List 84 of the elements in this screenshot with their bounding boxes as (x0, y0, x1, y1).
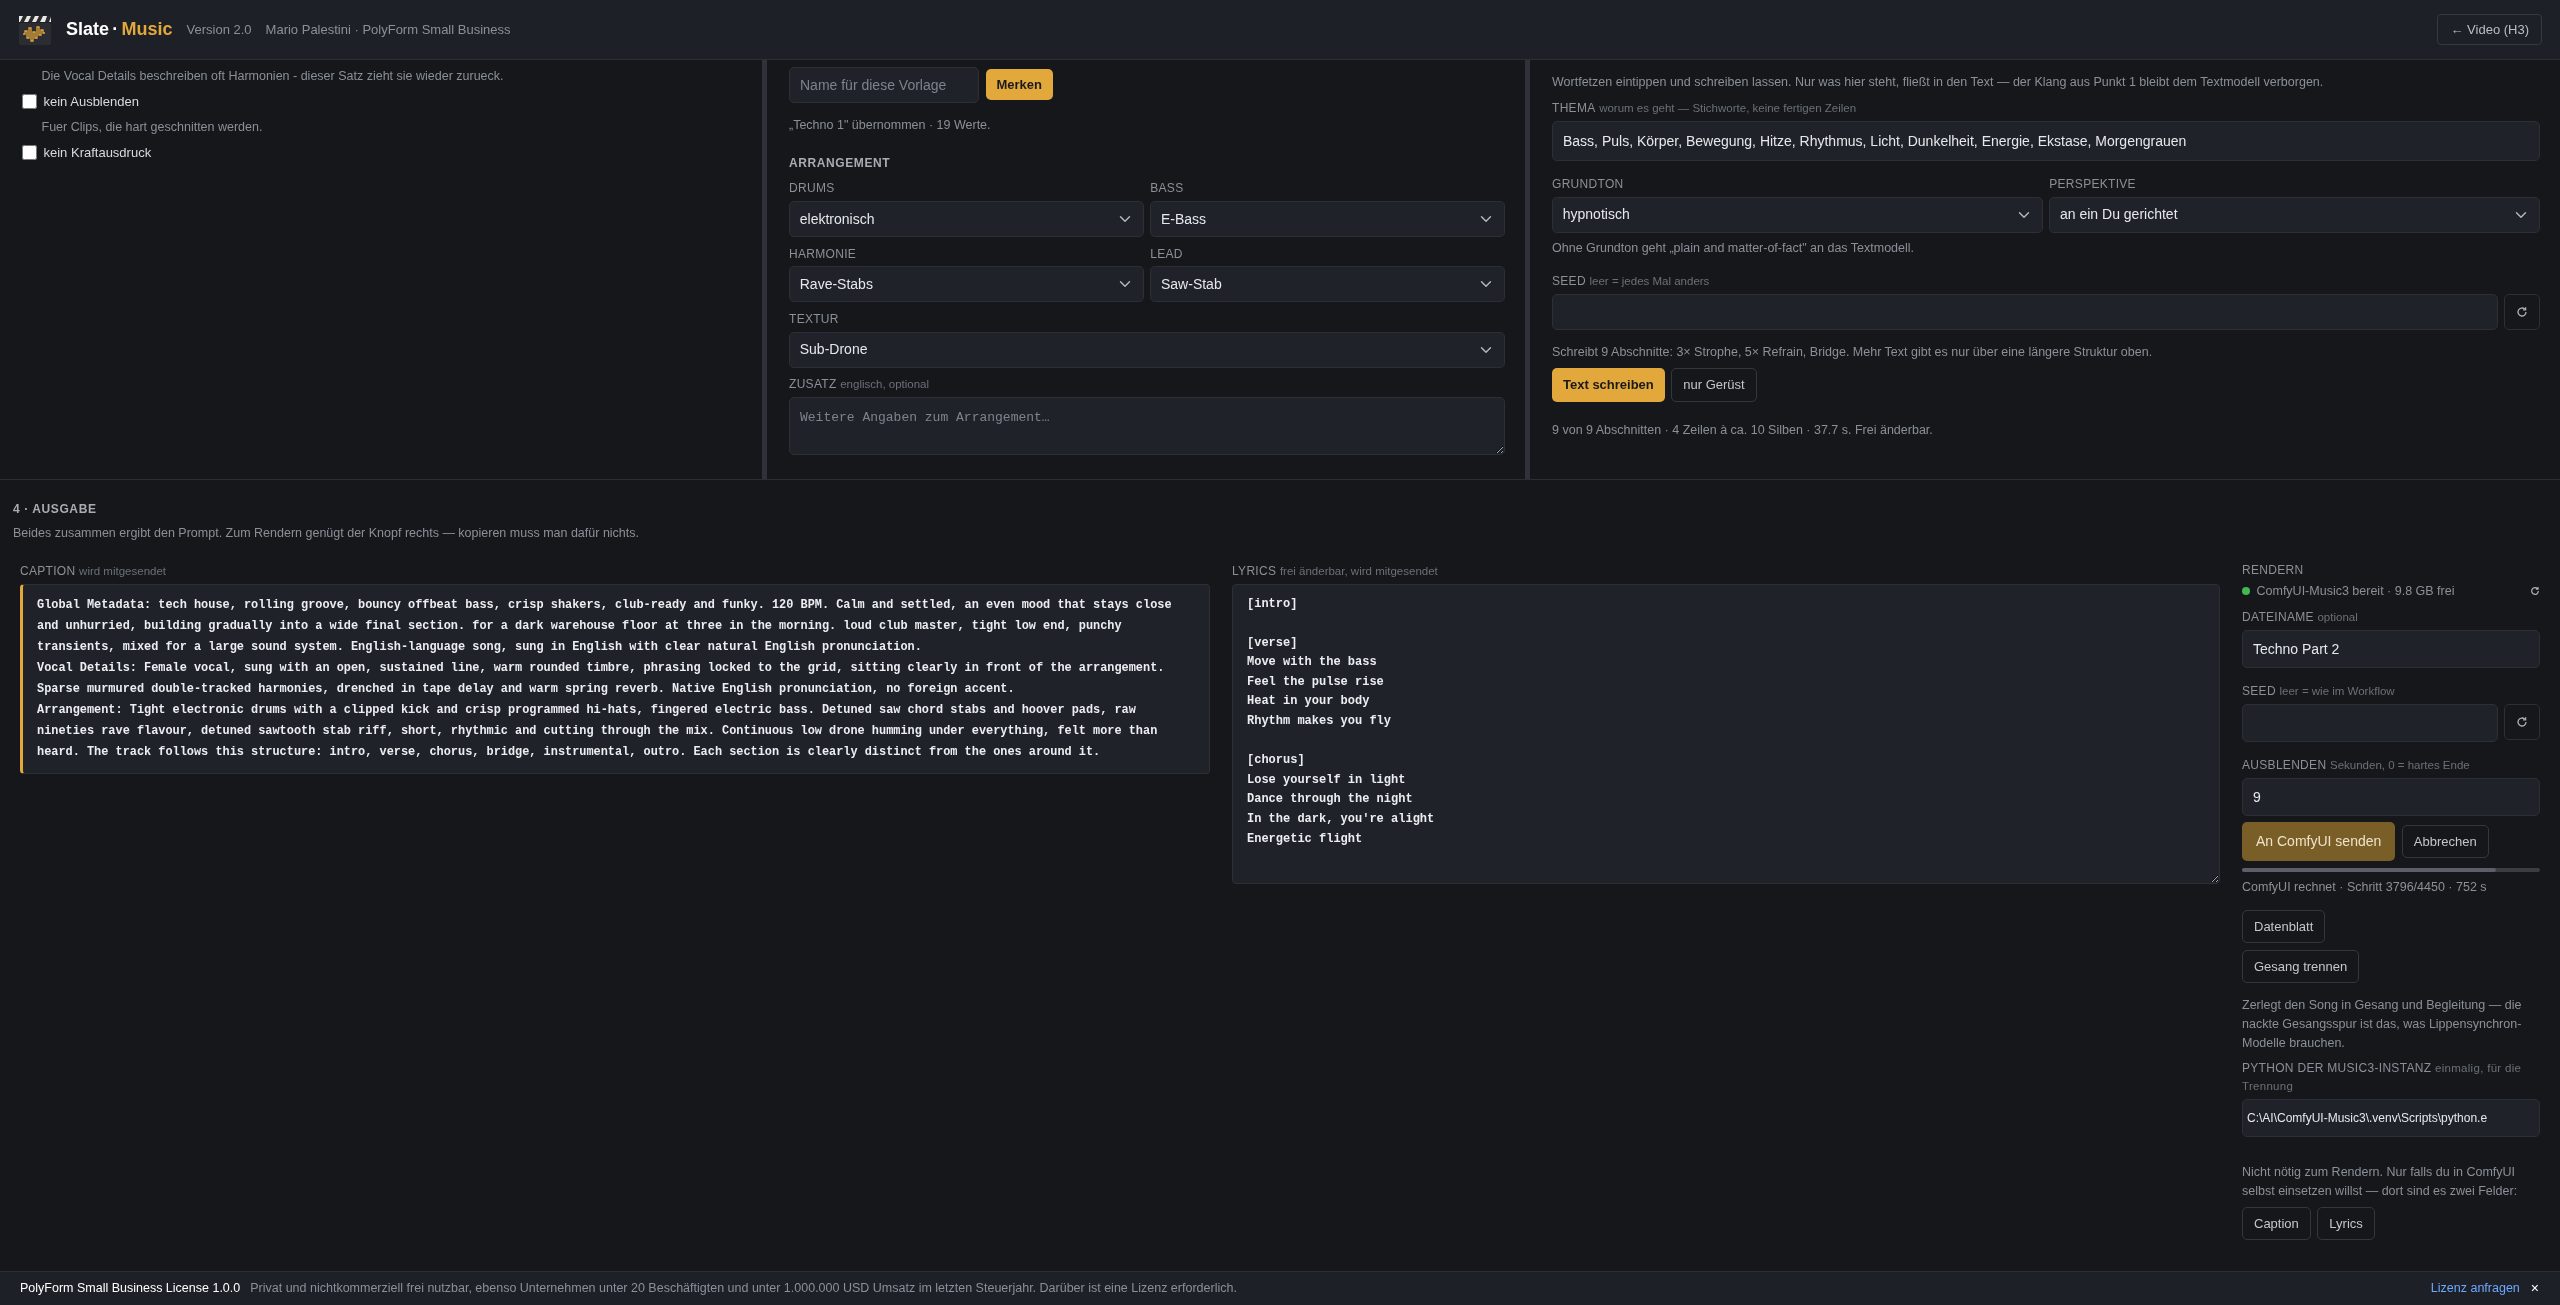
option-hint: Fuer Clips, die hart geschnitten werden. (40, 118, 264, 136)
field-hint: worum es geht — Stichworte, keine fertigen Zeilen (1599, 102, 1857, 115)
template-name-field[interactable]: Name für diese Vorlage (789, 66, 979, 103)
dropdown[interactable]: hypnotisch (1552, 196, 2043, 233)
theme-field[interactable]: Bass, Puls, Körper, Bewegung, Hitze, Rhythmus, Licht, Dunkelheit, Energie, Ekstase, Morgengrauen (1552, 121, 2540, 161)
dropdown[interactable]: E-Bass (1150, 201, 1505, 237)
section-heading: RENDERN (2242, 561, 2305, 579)
field-hint: optional (2317, 611, 2358, 624)
intro-text: Wortfetzen eintippen und schreiben lassen. Nur was hier steht, fließt in den Text — der Klang aus Punkt 1 bleibt dem Textmodell verborgen. (1552, 74, 2325, 91)
refresh-button[interactable] (2504, 703, 2540, 740)
refresh-icon (2516, 305, 2528, 318)
write-button[interactable]: Text schreiben (1552, 368, 1665, 402)
field-label: SEED (1552, 274, 1586, 288)
status-text: „Techno 1" übernommen · 19 Werte. (789, 116, 992, 134)
field-label: ZUSATZ (789, 377, 837, 391)
field-label: BASS (1150, 181, 1184, 196)
section-heading: ARRANGEMENT (789, 154, 892, 172)
close-button[interactable]: × (2529, 1277, 2540, 1300)
field-label: LEAD (1150, 246, 1183, 261)
plan-text: Schreibt 9 Abschnitte: 3× Strophe, 5× Refrain, Bridge. Mehr Text gibt es nur über eine längere Struktur oben. (1552, 343, 2154, 361)
refresh-icon[interactable] (2530, 586, 2540, 597)
note-text: Ohne Grundton geht „plain and matter-of-fact" an das Textmodell. (1552, 240, 1916, 258)
field-label: LYRICS (1232, 563, 1277, 578)
field-label: SEED (2242, 684, 2276, 698)
field-hint: Sekunden, 0 = hartes Ende (2330, 758, 2470, 771)
dropdown[interactable]: an ein Du gerichtet (2049, 196, 2540, 233)
dropdown[interactable]: Rave-Stabs (789, 266, 1144, 303)
field-hint: wird mitgesendet (79, 564, 166, 577)
separate-vocals-button[interactable]: Gesang trennen (2242, 949, 2360, 984)
dropdown[interactable]: elektronisch (789, 201, 1144, 237)
caption-text: Global Metadata: tech house, rolling groove, bouncy offbeat bass, crisp shakers, club-ready and funky. 120 BPM. Calm and settled, an even mood that stays close and unhurried, building gradually into a wide final section. for a dark warehouse floor at three in the morning. loud club master, tight low end, punchy transients, mixed for a large sound system. English-language song, sung in English with clear natural English pronunciation. Vocal Details: Female vocal, sung with an open, sustained line, warm rounded timbre, phrasing locked to the grid, sitting clearly in front of the arrangement. Sparse murmured double-tracked harmonies, drenched in tape delay and warm spring reverb. Native English pronunciation, no foreign accent. Arrangement: Tight electronic drums with a clipped kick and crisp programmed hi-hats, fingered electric bass. Detuned saw chord stabs and hoover pads, raw nineties rave flavour, detuned sawtooth stab riff, short, rhythmic and cutting through the mix. Continuous low drone humming under everything, felt more than heard. The track follows this structure: intro, verse, chorus, bridge, instrumental, outro. Each section is clearly distinct from the ones around it. (20, 583, 1210, 774)
field-label: GRUNDTON (1552, 177, 1624, 191)
cancel-button[interactable]: Abbrechen (2401, 824, 2489, 859)
fade-field[interactable]: 9 (2242, 777, 2540, 816)
brand-separator: · (112, 18, 119, 41)
section-heading: 4 · AUSGABE (13, 500, 98, 518)
option-checkbox[interactable] (22, 145, 37, 161)
field-label: AUSBLENDEN (2242, 757, 2327, 772)
back-button[interactable]: ← Video (H3) (2437, 13, 2542, 46)
option-label: kein Kraftausdruck (43, 144, 152, 162)
refresh-button[interactable] (2504, 293, 2540, 330)
lyrics-textarea[interactable]: [intro] [verse] Move with the bass Feel the pulse rise Heat in your body Rhythm makes you fly [chorus] Lose yourself in light Dance through the night In the dark, you're alight Energetic flight (1232, 583, 2220, 884)
summary-text: 9 von 9 Abschnitten · 4 Zeilen à ca. 10 Silben · 37.7 s. Frei änderbar. (1552, 422, 1934, 439)
description-text: Beides zusammen ergibt den Prompt. Zum Rendern genügt der Knopf rechts — kopieren muss man dafür nichts. (13, 525, 640, 542)
seed-field[interactable] (2242, 703, 2498, 742)
progress-text: ComfyUI rechnet · Schritt 3796/4450 · 752 s (2242, 879, 2488, 896)
field-hint: leer = jedes Mal anders (1589, 275, 1710, 287)
version-label: Version 2.0 (186, 20, 252, 39)
field-label: CAPTION (20, 563, 76, 578)
skeleton-button[interactable]: nur Gerüst (1671, 368, 1757, 402)
field-hint: englisch, optional (840, 378, 930, 390)
option-label: kein Ausblenden (43, 92, 139, 111)
refresh-icon (2516, 715, 2528, 728)
seed-field[interactable] (1552, 293, 2498, 330)
copy-button[interactable]: Lyrics (2317, 1206, 2375, 1241)
field-hint: leer = wie im Workflow (2279, 685, 2395, 697)
option-checkbox[interactable] (22, 94, 37, 109)
field-label: TEXTUR (789, 311, 839, 326)
field-label: DRUMS (789, 181, 835, 196)
license-link[interactable]: Lizenz anfragen (2430, 1279, 2520, 1298)
dropdown[interactable]: Saw-Stab (1150, 266, 1505, 303)
python-path-field[interactable]: C:\AI\ComfyUI-Music3\.venv\Scripts\python.e (2242, 1098, 2540, 1137)
arrangement-textarea[interactable]: Weitere Angaben zum Arrangement… (789, 396, 1505, 455)
filename-field[interactable]: Techno Part 2 (2242, 630, 2540, 668)
license-name: PolyForm Small Business License 1.0.0 (20, 1280, 241, 1298)
field-label: THEMA (1552, 101, 1596, 116)
option-hint: Die Vocal Details beschreiben oft Harmonien - dieser Satz zieht sie wieder zurueck. (40, 67, 505, 85)
note-text: Nicht nötig zum Rendern. Nur falls du in ComfyUI selbst einsetzen willst — dort sind es zwei Felder: (2242, 1163, 2519, 1200)
brand-name: Slate (66, 18, 110, 41)
field-label: HARMONIE (789, 246, 857, 261)
field-label: DATEINAME (2242, 610, 2314, 625)
dropdown[interactable]: Sub-Drone (789, 331, 1505, 368)
field-hint: frei änderbar, wird mitgesendet (1279, 564, 1438, 577)
status-text: ComfyUI-Music3 bereit · 9.8 GB frei (2256, 583, 2455, 600)
clapperboard-logo-icon (18, 13, 52, 46)
field-label: PERSPEKTIVE (2049, 177, 2136, 191)
save-button[interactable]: Merken (985, 68, 1054, 101)
credit-text: Mario Palestini · PolyForm Small Business (265, 20, 511, 39)
license-text: Privat und nichtkommerziell frei nutzbar, ebenso Unternehmen unter 20 Beschäftigten und unter 1.000.000 USD Umsatz im letzten Steuerjahr. Darüber ist eine Lizenz erforderlich. (250, 1280, 1237, 1298)
datasheet-button[interactable]: Datenblatt (2242, 909, 2326, 944)
copy-button[interactable]: Caption (2242, 1206, 2311, 1241)
field-label: PYTHON DER MUSIC3-INSTANZ einmalig, für die Trennung (2242, 1060, 2523, 1095)
brand-name: Music (121, 18, 173, 41)
description-text: Zerlegt den Song in Gesang und Begleitung — die nackte Gesangsspur ist das, was Lippensynchron-Modelle brauchen. (2242, 997, 2523, 1052)
